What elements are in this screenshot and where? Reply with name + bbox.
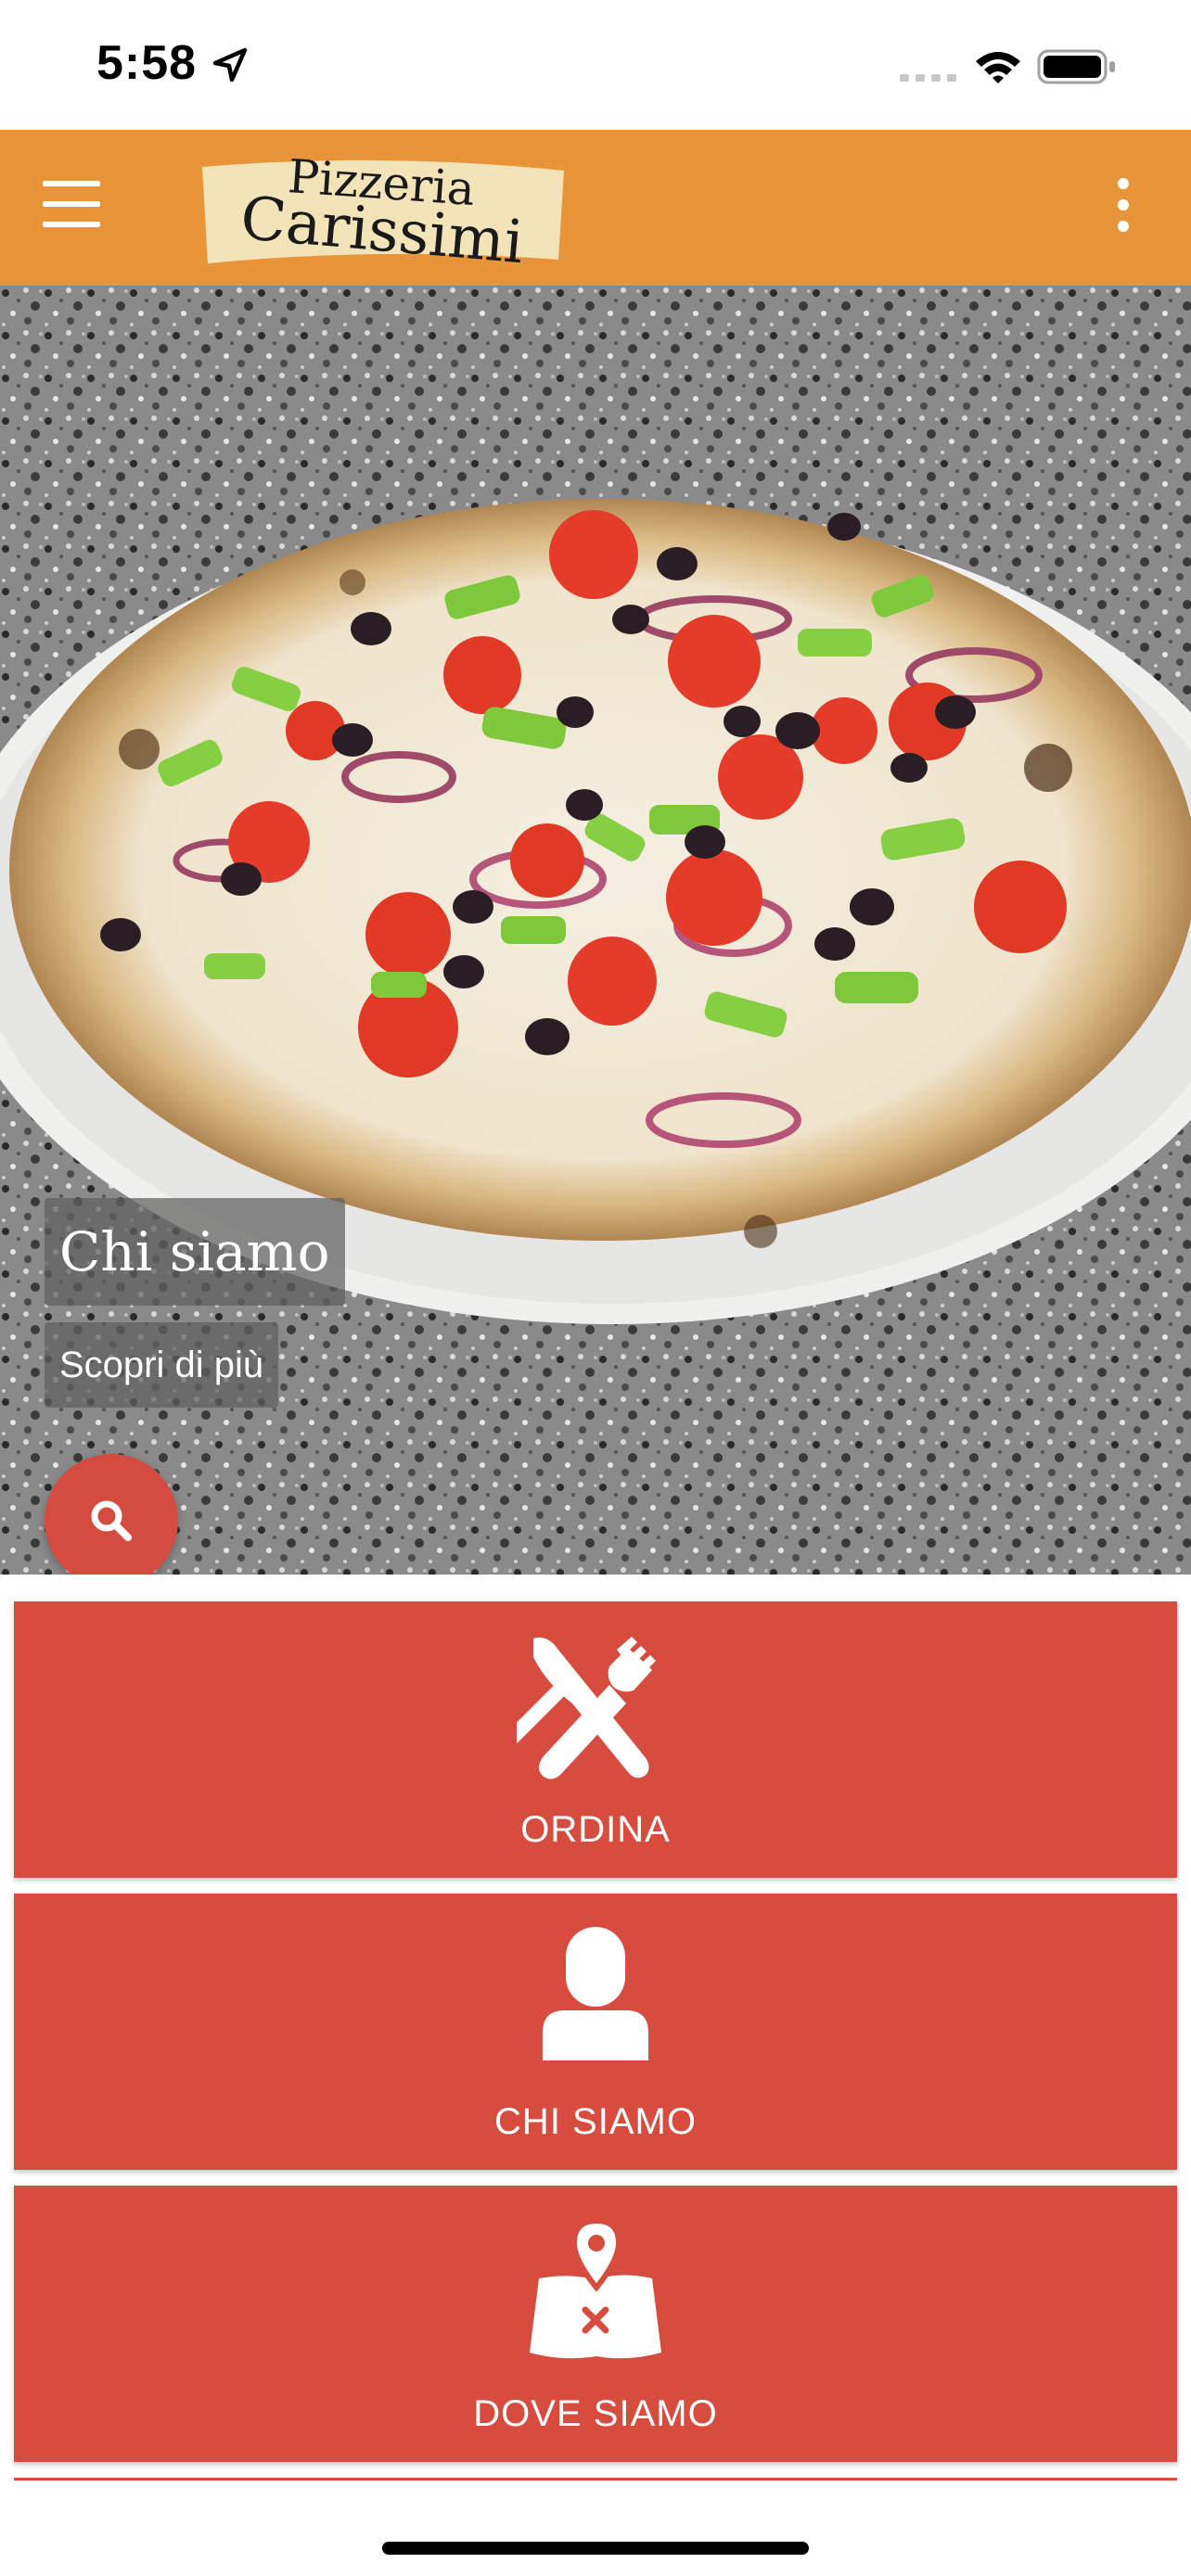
app-header: Pizzeria Carissimi [0, 130, 1191, 286]
location-arrow-icon [212, 47, 248, 83]
pizzeria-carissimi-logo: Pizzeria Carissimi [195, 149, 570, 277]
hero-carousel[interactable]: Chi siamo Scopri di più [0, 286, 1191, 1575]
search-icon [91, 1500, 132, 1541]
more-options-icon[interactable] [1109, 178, 1137, 237]
home-indicator[interactable] [382, 2542, 809, 2555]
dove-siamo-label: DOVE SIAMO [473, 2393, 718, 2434]
menu-hamburger-icon[interactable] [43, 181, 100, 229]
dove-siamo-tile[interactable]: DOVE SIAMO [14, 2186, 1177, 2462]
wifi-icon [976, 52, 1020, 83]
slide-title: Chi siamo [45, 1198, 345, 1306]
ordina-tile[interactable]: ORDINA [14, 1601, 1177, 1878]
status-bar: 5:58 [0, 0, 1191, 130]
chi-siamo-label: CHI SIAMO [494, 2101, 697, 2142]
fork-knife-icon [517, 1637, 656, 1779]
scopri-di-piu-button[interactable]: Scopri di più [45, 1322, 279, 1408]
map-pin-icon [530, 2217, 661, 2359]
cellular-signal-icon [900, 74, 956, 82]
chi-siamo-tile[interactable]: CHI SIAMO [14, 1894, 1177, 2170]
status-time: 5:58 [96, 36, 198, 90]
person-icon [543, 1927, 648, 2060]
ordina-label: ORDINA [520, 1809, 671, 1850]
divider [14, 2478, 1177, 2480]
battery-icon [1037, 49, 1115, 84]
